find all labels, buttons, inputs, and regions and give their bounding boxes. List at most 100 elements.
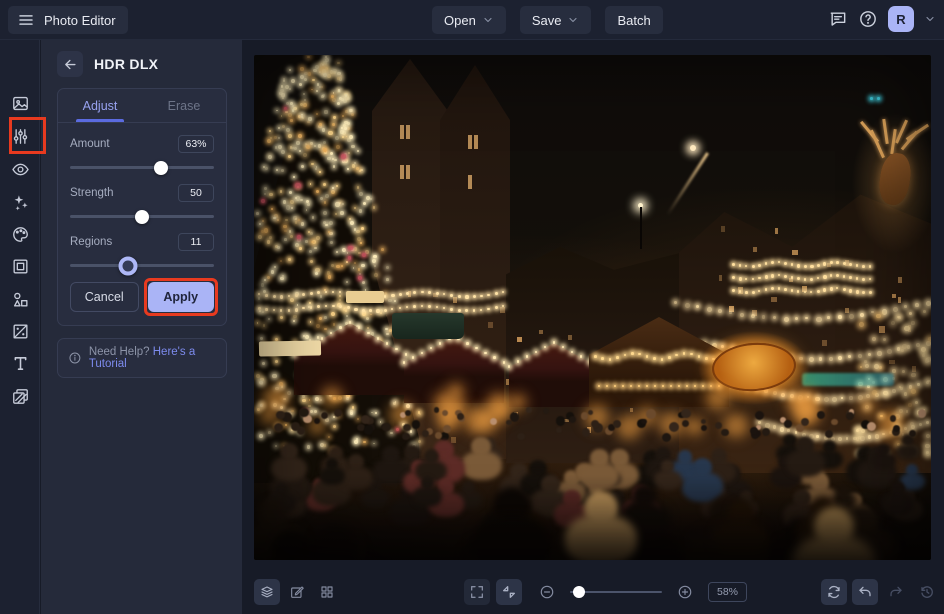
photo-detail bbox=[803, 264, 807, 269]
zoom-slider[interactable] bbox=[570, 586, 662, 598]
sidebar-item-artsy[interactable] bbox=[7, 221, 33, 247]
zoom-out-icon[interactable] bbox=[534, 579, 560, 605]
photo-detail bbox=[922, 354, 925, 357]
feedback-icon[interactable] bbox=[828, 9, 848, 29]
shapes-icon bbox=[11, 290, 30, 309]
photo-detail bbox=[552, 341, 556, 344]
avatar[interactable]: R bbox=[888, 6, 914, 32]
photo-detail bbox=[337, 102, 341, 106]
slider-track[interactable] bbox=[70, 209, 214, 224]
sidebar-item-overlays[interactable] bbox=[7, 318, 33, 344]
photo-detail bbox=[336, 144, 340, 149]
fit-screen-icon[interactable] bbox=[496, 579, 522, 605]
account-chevron-icon[interactable] bbox=[924, 13, 936, 25]
photo-detail bbox=[526, 407, 532, 413]
help-icon[interactable] bbox=[858, 9, 878, 29]
slider-thumb[interactable] bbox=[153, 160, 168, 175]
zoom-in-icon[interactable] bbox=[672, 579, 698, 605]
redo-icon[interactable] bbox=[883, 579, 909, 605]
photo-detail bbox=[900, 387, 903, 390]
undo-icon[interactable] bbox=[852, 579, 878, 605]
cancel-button[interactable]: Cancel bbox=[70, 282, 139, 312]
history-icon[interactable] bbox=[914, 579, 940, 605]
slider-track[interactable] bbox=[70, 256, 214, 275]
photo-detail bbox=[926, 341, 931, 346]
slider-value[interactable]: 50 bbox=[178, 184, 214, 202]
batch-button[interactable]: Batch bbox=[605, 6, 663, 34]
apply-button[interactable]: Apply bbox=[147, 282, 214, 312]
photo-detail bbox=[761, 315, 765, 319]
photo-detail bbox=[280, 259, 282, 262]
photo-detail bbox=[674, 301, 677, 304]
photo-detail bbox=[295, 196, 300, 201]
photo-detail bbox=[324, 55, 328, 58]
sidebar-item-photo-manager[interactable] bbox=[7, 90, 33, 116]
zoom-slider-thumb[interactable] bbox=[573, 586, 586, 598]
photo-detail bbox=[507, 365, 511, 368]
photo-detail bbox=[924, 443, 930, 449]
photo-detail bbox=[860, 429, 865, 434]
sidebar-item-text[interactable] bbox=[7, 350, 33, 376]
photo-detail bbox=[354, 307, 358, 311]
layers-icon[interactable] bbox=[254, 579, 280, 605]
slider-thumb[interactable] bbox=[135, 209, 149, 224]
back-button[interactable] bbox=[57, 51, 83, 77]
slider-thumb[interactable] bbox=[118, 256, 138, 275]
photo-detail bbox=[372, 254, 377, 259]
photo-detail bbox=[359, 191, 364, 196]
photo-detail bbox=[286, 128, 290, 133]
draw-icon[interactable] bbox=[284, 579, 310, 605]
photo-detail bbox=[360, 226, 364, 230]
photo-detail bbox=[395, 428, 399, 432]
photo-detail bbox=[849, 276, 852, 279]
photo-canvas[interactable] bbox=[254, 55, 931, 560]
photo-detail bbox=[816, 411, 825, 420]
photo-detail bbox=[827, 316, 830, 319]
slider-track[interactable] bbox=[70, 160, 214, 175]
sidebar-item-textures[interactable] bbox=[7, 383, 33, 409]
slider-amount: Amount 63% bbox=[70, 135, 214, 175]
photo-detail bbox=[862, 277, 865, 281]
lit-window bbox=[629, 407, 634, 412]
photo-detail bbox=[315, 167, 318, 170]
photo-detail bbox=[816, 435, 819, 438]
photo-detail bbox=[612, 420, 621, 429]
slider-value[interactable]: 11 bbox=[178, 233, 214, 251]
expand-icon[interactable] bbox=[464, 579, 490, 605]
sidebar-item-adjust[interactable] bbox=[7, 117, 46, 154]
photo-detail bbox=[790, 263, 794, 266]
slider-value[interactable]: 63% bbox=[178, 135, 214, 153]
photo-detail bbox=[433, 407, 440, 413]
zoom-level-value[interactable]: 58% bbox=[708, 582, 748, 602]
photo-detail bbox=[261, 198, 266, 204]
photo-detail bbox=[601, 357, 604, 360]
sidebar-item-effects[interactable] bbox=[7, 189, 33, 215]
open-button[interactable]: Open bbox=[432, 6, 506, 34]
photo-detail bbox=[738, 264, 741, 267]
canvas-area: 58% bbox=[242, 40, 944, 614]
photo-detail bbox=[280, 295, 284, 299]
photo-detail bbox=[297, 235, 301, 239]
photo-detail bbox=[323, 140, 327, 144]
sidebar-item-touch-up[interactable] bbox=[7, 156, 33, 182]
photo-detail bbox=[484, 351, 487, 355]
reset-icon[interactable] bbox=[821, 579, 847, 605]
tab-erase[interactable]: Erase bbox=[142, 89, 226, 122]
photo-detail bbox=[739, 312, 744, 317]
sidebar-item-frames[interactable] bbox=[7, 253, 33, 279]
help-text: Need Help? Here's a Tutorial bbox=[89, 346, 216, 370]
tab-adjust[interactable]: Adjust bbox=[58, 89, 142, 122]
main-menu-button[interactable]: Photo Editor bbox=[8, 6, 128, 34]
photo-detail bbox=[616, 356, 619, 359]
photo-detail bbox=[339, 326, 342, 329]
photo-detail bbox=[302, 103, 307, 107]
lit-window bbox=[891, 293, 897, 299]
photo-detail bbox=[342, 114, 345, 117]
sidebar-item-graphics[interactable] bbox=[7, 286, 33, 312]
photo-detail bbox=[334, 408, 343, 417]
photo-detail bbox=[276, 410, 285, 420]
photo-detail bbox=[362, 202, 366, 206]
photo-detail bbox=[435, 432, 442, 439]
save-button[interactable]: Save bbox=[519, 6, 592, 34]
grid-icon[interactable] bbox=[314, 579, 340, 605]
